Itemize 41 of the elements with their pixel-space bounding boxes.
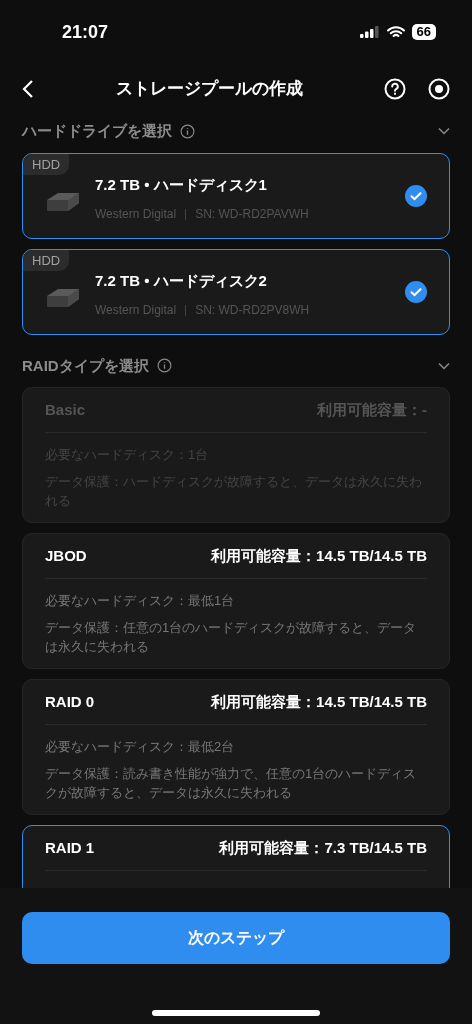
wifi-icon: [386, 25, 405, 39]
page-title: ストレージプールの作成: [114, 78, 304, 101]
hdd-tag: HDD: [23, 249, 70, 271]
section-title: RAIDタイプを選択: [22, 355, 149, 376]
raid-name: RAID 0: [45, 691, 95, 712]
raid-description: 必要なハードディスク：最低2台: [45, 738, 236, 756]
raid-name: RAID 1: [45, 837, 95, 858]
drive-vendor: Western Digital: [95, 206, 177, 224]
raid-card[interactable]: RAID 0 利用可能容量：14.5 TB/14.5 TB 必要なハードディスク：最低2台 データ保護：読み書き性能が強力で、任意の1台のハードディスクが故障すると、データは永久に失われる: [22, 679, 450, 815]
chevron-icon[interactable]: [438, 127, 450, 136]
raid-capacity: 利用可能容量：14.5 TB/14.5 TB: [211, 545, 427, 566]
check-icon[interactable]: [405, 280, 427, 303]
check-icon[interactable]: [405, 184, 427, 207]
raid-name: JBOD: [45, 545, 87, 566]
raid-description: データ保護：読み書き性能が強力で、任意の1台のハードディスクが故障すると、データは永久に失われる: [45, 765, 418, 802]
back-icon[interactable]: [22, 79, 34, 99]
raid-card[interactable]: JBOD 利用可能容量：14.5 TB/14.5 TB 必要なハードディスク：最低1台 データ保護：任意の1台のハードディスクが故障すると、データは永久に失われる: [22, 533, 450, 669]
raid-description: データ保護：任意の1台のハードディスクが故障すると、データは永久に失われる: [45, 619, 418, 656]
drive-serial: SN: WD-RD2PV8WH: [195, 302, 310, 320]
record-icon[interactable]: [428, 78, 450, 100]
section-title: ハードドライブを選択: [22, 121, 172, 141]
raid-card[interactable]: RAID 1 利用可能容量：7.3 TB/14.5 TB: [22, 825, 450, 888]
drive-vendor: Western Digital: [95, 302, 177, 320]
drive-name: 7.2 TB • ハードディスク1: [95, 174, 268, 195]
drive-card[interactable]: HDD 7.2 TB • ハードディスク2 Western Digital SN: WD-RD2PV8WH: [22, 248, 450, 335]
drive-name: 7.2 TB • ハードディスク2: [95, 270, 268, 291]
hdd-tag: HDD: [23, 153, 70, 175]
info-icon[interactable]: [180, 123, 195, 139]
raid-capacity: 利用可能容量：14.5 TB/14.5 TB: [211, 691, 427, 712]
raid-description: 必要なハードディスク：最低1台: [45, 592, 236, 610]
raid-capacity: 利用可能容量：-: [317, 399, 427, 420]
status-time: 21:07: [62, 20, 109, 44]
chevron-icon[interactable]: [438, 361, 450, 370]
info-icon[interactable]: [156, 358, 172, 374]
signal-icon: [359, 26, 380, 38]
drive-card[interactable]: HDD 7.2 TB • ハードディスク1 Western Digital SN: WD-RD2PAVWH: [22, 152, 450, 239]
drive-serial: SN: WD-RD2PAVWH: [195, 206, 309, 224]
help-icon[interactable]: [384, 78, 406, 100]
raid-capacity: 利用可能容量：7.3 TB/14.5 TB: [219, 837, 427, 858]
battery-indicator: 66: [411, 24, 436, 40]
raid-name: Basic: [45, 399, 86, 420]
